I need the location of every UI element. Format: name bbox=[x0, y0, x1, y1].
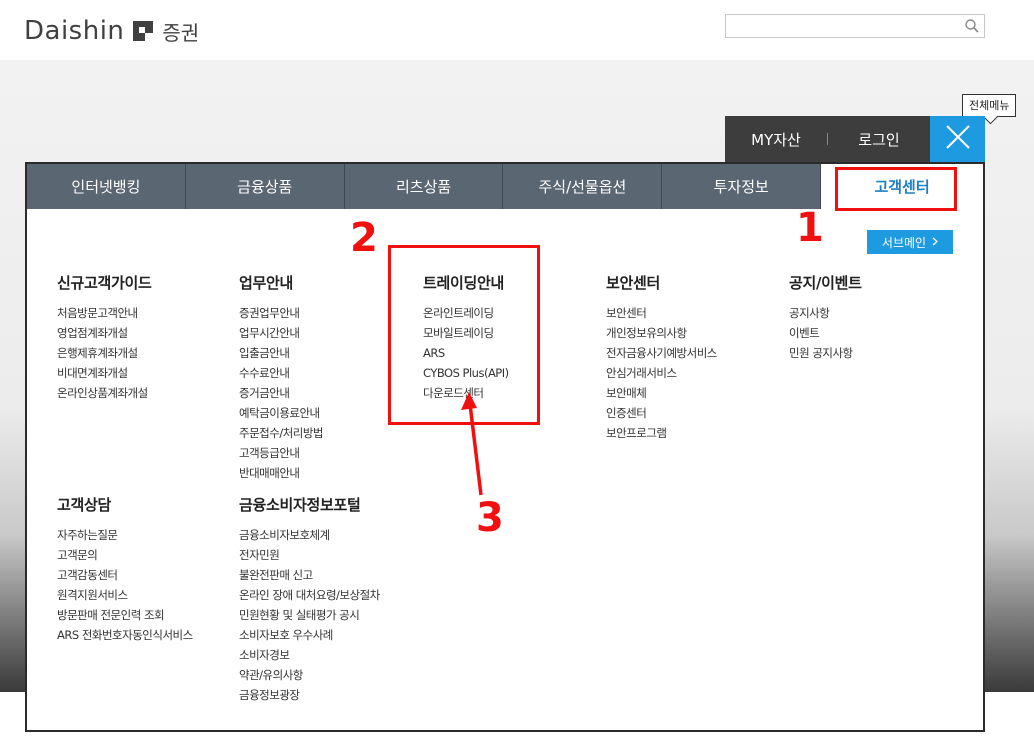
menu-link[interactable]: 고객문의 bbox=[57, 545, 193, 565]
search-icon[interactable] bbox=[964, 18, 980, 34]
column-new-customer-guide: 신규고객가이드 처음방문고객안내 영업점계좌개설 은행제휴계좌개설 비대면계좌개… bbox=[57, 272, 152, 403]
annotation-box-customer-center bbox=[835, 167, 957, 211]
column-business-guide: 업무안내 증권업무안내 업무시간안내 입출금안내 수수료안내 증거금안내 예탁금… bbox=[239, 272, 324, 483]
menu-link[interactable]: 개인정보유의사항 bbox=[606, 323, 717, 343]
menu-link[interactable]: 예탁금이용료안내 bbox=[239, 403, 323, 423]
menu-link[interactable]: 보안매체 bbox=[606, 383, 717, 403]
tab-reits-products[interactable]: 리츠상품 bbox=[345, 164, 504, 209]
annotation-number-3: 3 bbox=[476, 495, 504, 541]
tab-stock-futures-options[interactable]: 주식/선물옵션 bbox=[503, 164, 663, 209]
menu-link[interactable]: 고객감동센터 bbox=[57, 565, 193, 585]
annotation-arrow-icon bbox=[461, 392, 483, 496]
menu-link[interactable]: 전자금융사기예방서비스 bbox=[606, 343, 717, 363]
submain-label: 서브메인 bbox=[881, 235, 927, 250]
column-title: 공지/이벤트 bbox=[789, 274, 862, 292]
logo-suffix: 증권 bbox=[162, 20, 200, 45]
menu-link[interactable]: 입출금안내 bbox=[239, 343, 323, 363]
column-security-center: 보안센터 보안센터 개인정보유의사항 전자금융사기예방서비스 안심거래서비스 보… bbox=[606, 272, 717, 443]
menu-link[interactable]: 비대면계좌개설 bbox=[57, 363, 152, 383]
annotation-number-2: 2 bbox=[350, 215, 378, 261]
menu-link[interactable]: 보안센터 bbox=[606, 303, 717, 323]
column-notice-event: 공지/이벤트 공지사항 이벤트 민원 공지사항 bbox=[789, 272, 862, 363]
close-icon bbox=[945, 124, 971, 154]
menu-link[interactable]: 보안프로그램 bbox=[606, 423, 717, 443]
tab-investment-info[interactable]: 투자정보 bbox=[662, 164, 822, 209]
annotation-number-1: 1 bbox=[796, 205, 824, 251]
menu-link[interactable]: 공지사항 bbox=[789, 303, 862, 323]
menu-link[interactable]: ARS 전화번호자동인식서비스 bbox=[57, 625, 193, 645]
column-consumer-portal: 금융소비자정보포털 금융소비자보호체계 전자민원 불완전판매 신고 온라인 장애… bbox=[239, 494, 380, 705]
all-menu-tooltip: 전체메뉴 bbox=[962, 94, 1017, 117]
column-title: 고객상담 bbox=[57, 496, 112, 514]
menu-link[interactable]: 온라인상품계좌개설 bbox=[57, 383, 152, 403]
login-button[interactable]: 로그인 bbox=[828, 129, 930, 150]
menu-link[interactable]: 증거금안내 bbox=[239, 383, 323, 403]
menu-link[interactable]: 업무시간안내 bbox=[239, 323, 323, 343]
menu-link[interactable]: 수수료안내 bbox=[239, 363, 323, 383]
menu-link[interactable]: 자주하는질문 bbox=[57, 525, 193, 545]
menu-link[interactable]: 온라인 장애 대처요령/보상절차 bbox=[239, 585, 380, 605]
menu-link[interactable]: 약관/유의사항 bbox=[239, 665, 380, 685]
menu-link[interactable]: 은행제휴계좌개설 bbox=[57, 343, 152, 363]
logo-mark-icon bbox=[130, 18, 156, 44]
column-title: 보안센터 bbox=[606, 274, 661, 292]
menu-link[interactable]: 금융정보광장 bbox=[239, 685, 380, 705]
user-bar: MY자산 로그인 bbox=[725, 116, 930, 162]
menu-link[interactable]: 원격지원서비스 bbox=[57, 585, 193, 605]
tab-internet-banking[interactable]: 인터넷뱅킹 bbox=[27, 164, 186, 209]
my-assets-button[interactable]: MY자산 bbox=[725, 129, 827, 150]
column-customer-consult: 고객상담 자주하는질문 고객문의 고객감동센터 원격지원서비스 방문판매 전문인… bbox=[57, 494, 193, 645]
menu-link[interactable]: 인증센터 bbox=[606, 403, 717, 423]
menu-link[interactable]: 고객등급안내 bbox=[239, 443, 323, 463]
menu-link[interactable]: 영업점계좌개설 bbox=[57, 323, 152, 343]
menu-link[interactable]: 소비자보호 우수사례 bbox=[239, 625, 380, 645]
close-menu-button[interactable] bbox=[930, 116, 985, 162]
menu-link[interactable]: 반대매매안내 bbox=[239, 463, 323, 483]
menu-link[interactable]: 전자민원 bbox=[239, 545, 380, 565]
chevron-right-icon bbox=[932, 235, 939, 249]
column-title: 금융소비자정보포털 bbox=[239, 496, 361, 514]
column-title: 신규고객가이드 bbox=[57, 274, 152, 292]
menu-link[interactable]: 방문판매 전문인력 조회 bbox=[57, 605, 193, 625]
menu-link[interactable]: 금융소비자보호체계 bbox=[239, 525, 380, 545]
menu-link[interactable]: 주문접수/처리방법 bbox=[239, 423, 324, 443]
daishin-logo[interactable]: Daishin 증권 bbox=[24, 14, 199, 48]
menu-link[interactable]: 처음방문고객안내 bbox=[57, 303, 152, 323]
menu-link[interactable]: 소비자경보 bbox=[239, 645, 380, 665]
menu-link[interactable]: 민원현황 및 실태평가 공시 bbox=[239, 605, 380, 625]
submain-button[interactable]: 서브메인 bbox=[867, 230, 953, 254]
menu-link[interactable]: 불완전판매 신고 bbox=[239, 565, 380, 585]
menu-link[interactable]: 증권업무안내 bbox=[239, 303, 323, 323]
logo-text: Daishin bbox=[24, 16, 125, 46]
search-box bbox=[725, 14, 985, 38]
menu-link[interactable]: 이벤트 bbox=[789, 323, 862, 343]
column-title: 업무안내 bbox=[239, 274, 294, 292]
search-input[interactable] bbox=[726, 15, 956, 37]
menu-link[interactable]: 안심거래서비스 bbox=[606, 363, 717, 383]
menu-link[interactable]: 민원 공지사항 bbox=[789, 343, 862, 363]
tab-financial-products[interactable]: 금융상품 bbox=[186, 164, 345, 209]
